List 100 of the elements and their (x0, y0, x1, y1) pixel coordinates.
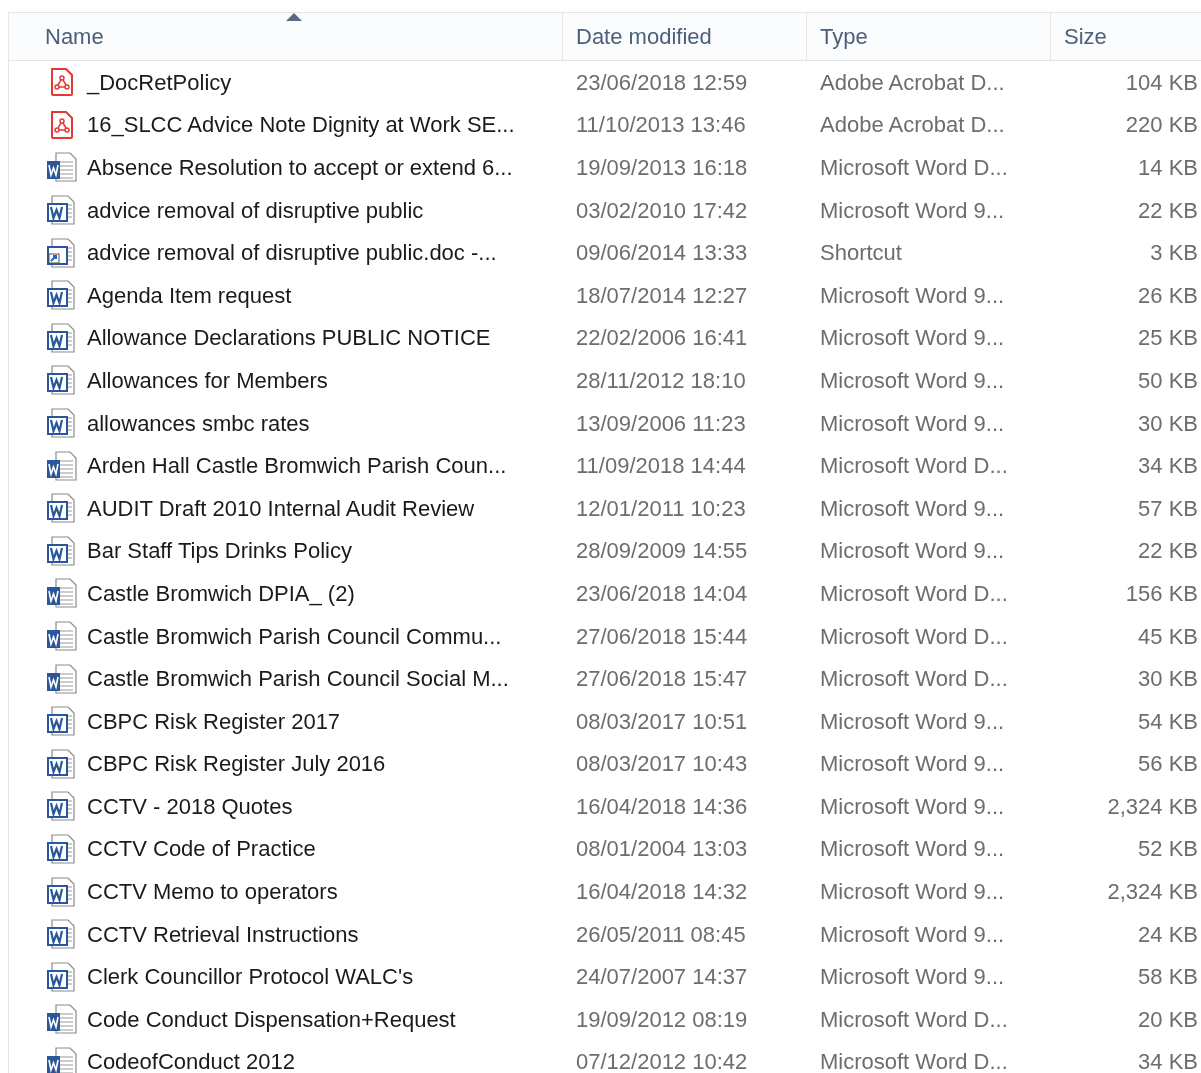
file-name[interactable]: Castle Bromwich Parish Council Social M... (87, 662, 509, 696)
file-name[interactable]: CodeofConduct 2012 (87, 1045, 295, 1073)
file-type: Microsoft Word 9... (820, 964, 1005, 990)
file-name[interactable]: Bar Staff Tips Drinks Policy (87, 534, 352, 568)
file-type: Microsoft Word 9... (820, 325, 1005, 351)
pdf-file-icon (49, 109, 75, 140)
date-modified: 03/02/2010 17:42 (576, 197, 748, 223)
file-name[interactable]: Castle Bromwich Parish Council Commu... (87, 619, 502, 653)
file-name[interactable]: Absence Resolution to accept or extend 6... (87, 151, 513, 184)
file-name[interactable]: Agenda Item request (87, 278, 292, 312)
word-document-icon (46, 918, 78, 951)
date-modified: 19/09/2012 08:19 (576, 1006, 748, 1032)
file-size: 25 KB (1138, 324, 1198, 353)
file-type: Microsoft Word 9... (820, 495, 1005, 521)
date-modified: 22/02/2006 16:41 (576, 325, 748, 351)
file-size: 30 KB (1138, 409, 1198, 438)
date-modified: 23/06/2018 14:04 (576, 580, 748, 606)
word-document-icon (46, 790, 78, 823)
column-header[interactable]: Name (9, 13, 562, 60)
file-size: 34 KB (1138, 452, 1198, 481)
file-name[interactable]: advice removal of disruptive public (87, 193, 424, 227)
file-size: 3 KB (1150, 239, 1198, 268)
file-name[interactable]: Castle Bromwich DPIA_ (2) (87, 576, 355, 610)
date-modified: 28/09/2009 14:55 (576, 538, 748, 564)
file-name[interactable]: CCTV - 2018 Quotes (87, 789, 293, 823)
word-document-icon (46, 833, 78, 865)
sort-ascending-icon (285, 13, 302, 21)
file-name[interactable]: advice removal of disruptive public.doc -... (87, 236, 497, 270)
file-size: 57 KB (1138, 494, 1198, 523)
file-type: Microsoft Word D... (820, 155, 1008, 180)
file-size: 58 KB (1138, 963, 1198, 992)
date-modified: 11/10/2013 13:46 (576, 112, 746, 138)
date-modified: 07/12/2012 10:42 (576, 1049, 748, 1073)
word-document-icon (46, 534, 78, 567)
file-type: Microsoft Word D... (820, 666, 1008, 692)
file-size: 22 KB (1138, 196, 1198, 225)
file-name[interactable]: allowances smbc rates (87, 406, 310, 440)
file-size: 26 KB (1138, 281, 1198, 310)
file-type: Microsoft Word 9... (820, 367, 1005, 393)
file-name[interactable]: CBPC Risk Register July 2016 (87, 747, 386, 781)
file-size: 156 KB (1125, 579, 1198, 608)
column-header[interactable]: Size (1050, 13, 1201, 60)
file-size: 2,324 KB (1107, 878, 1198, 907)
file-size: 56 KB (1138, 750, 1198, 779)
file-type: Microsoft Word 9... (820, 793, 1005, 819)
word-document-icon (46, 407, 78, 440)
file-name[interactable]: 16_SLCC Advice Note Dignity at Work SE... (87, 108, 515, 142)
date-modified: 27/06/2018 15:44 (576, 623, 748, 649)
shortcut-document-icon (46, 236, 78, 269)
file-size: 14 KB (1138, 154, 1198, 182)
file-size: 2,324 KB (1107, 792, 1198, 821)
file-name[interactable]: AUDIT Draft 2010 Internal Audit Review (87, 491, 475, 525)
file-size: 34 KB (1138, 1048, 1198, 1073)
file-type: Adobe Acrobat D... (820, 69, 1005, 95)
file-size: 50 KB (1138, 366, 1198, 395)
date-modified: 11/09/2018 14:44 (576, 453, 746, 479)
file-name[interactable]: Code Conduct Dispensation+Request (87, 1002, 456, 1036)
file-size: 30 KB (1138, 665, 1198, 694)
date-modified: 23/06/2018 12:59 (576, 69, 748, 95)
column-header[interactable]: Date modified (562, 13, 806, 60)
column-header[interactable]: Type (806, 13, 1050, 60)
file-type: Microsoft Word 9... (820, 708, 1005, 734)
word-document-icon (46, 321, 78, 354)
word-document-icon (46, 194, 78, 227)
file-size: 24 KB (1138, 920, 1198, 949)
file-type: Microsoft Word 9... (820, 836, 1005, 862)
date-modified: 27/06/2018 15:47 (576, 666, 748, 692)
word-document-icon (46, 1003, 78, 1036)
word-document-icon (46, 449, 78, 482)
file-name[interactable]: CCTV Code of Practice (87, 832, 316, 866)
file-name[interactable]: CCTV Retrieval Instructions (87, 917, 359, 951)
date-modified: 16/04/2018 14:32 (576, 879, 748, 905)
file-size: 20 KB (1138, 1005, 1198, 1034)
word-document-icon (46, 747, 78, 780)
file-name[interactable]: CCTV Memo to operators (87, 875, 338, 909)
file-size: 54 KB (1138, 707, 1198, 736)
file-name[interactable]: _DocRetPolicy (87, 65, 232, 99)
file-name[interactable]: Allowances for Members (87, 363, 328, 397)
date-modified: 18/07/2014 12:27 (576, 282, 748, 308)
file-name[interactable]: CBPC Risk Register 2017 (87, 704, 341, 738)
word-document-icon (46, 279, 78, 312)
file-type: Microsoft Word D... (820, 453, 1008, 479)
file-type: Microsoft Word D... (820, 1049, 1008, 1073)
file-type: Adobe Acrobat D... (820, 112, 1005, 138)
file-name[interactable]: Allowance Declarations PUBLIC NOTICE (87, 321, 491, 355)
file-type: Microsoft Word D... (820, 1006, 1008, 1032)
file-name[interactable]: Arden Hall Castle Bromwich Parish Coun... (87, 449, 507, 483)
date-modified: 08/03/2017 10:43 (576, 751, 748, 777)
file-size: 52 KB (1138, 835, 1198, 864)
file-type: Microsoft Word 9... (820, 282, 1005, 308)
file-type: Microsoft Word 9... (820, 538, 1005, 564)
file-size: 45 KB (1138, 622, 1198, 651)
pdf-file-icon (49, 67, 75, 98)
word-document-icon (46, 620, 78, 652)
file-name[interactable]: Clerk Councillor Protocol WALC's (87, 960, 414, 994)
date-modified: 19/09/2013 16:18 (576, 155, 748, 180)
file-type: Microsoft Word 9... (820, 921, 1005, 947)
date-modified: 12/01/2011 10:23 (576, 495, 746, 521)
file-type: Microsoft Word 9... (820, 410, 1005, 436)
file-size: 220 KB (1125, 111, 1198, 140)
